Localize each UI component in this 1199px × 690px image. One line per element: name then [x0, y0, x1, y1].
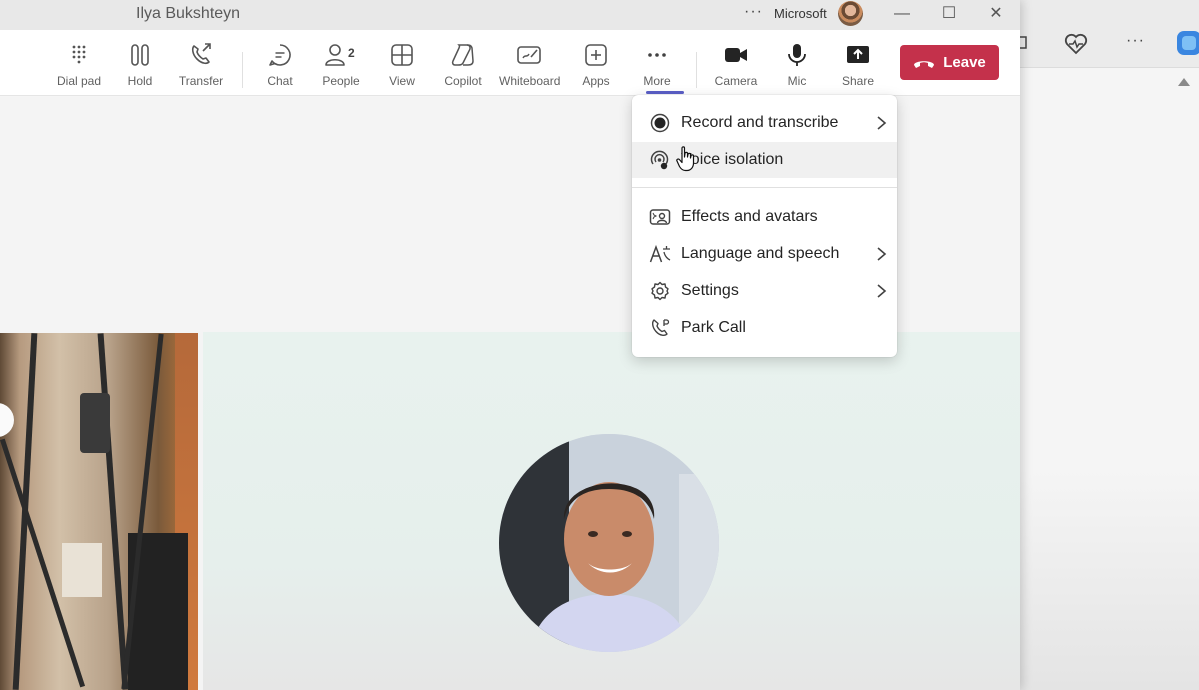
background-app-toolbar: ···: [1016, 0, 1199, 68]
apps-label: Apps: [582, 74, 610, 88]
screen: ··· Ilya Bukshteyn ··· Microsoft — ☐ ✕ D…: [0, 0, 1199, 690]
camera-button[interactable]: Camera: [706, 42, 766, 90]
voice-isolation-icon: [650, 150, 669, 170]
dial-pad-label: Dial pad: [56, 74, 102, 88]
people-label: People: [322, 74, 360, 88]
mic-icon: [788, 44, 806, 66]
menu-item-label: Language and speech: [681, 245, 840, 262]
park-call-icon: [651, 319, 670, 336]
chat-label: Chat: [267, 74, 293, 88]
video-stand-pole: [97, 333, 129, 690]
whiteboard-label: Whiteboard: [499, 74, 561, 88]
hold-label: Hold: [127, 74, 153, 88]
camera-label: Camera: [714, 74, 758, 88]
video-camera-object: [80, 393, 110, 453]
more-active-indicator: [646, 91, 684, 94]
more-icon: [648, 53, 666, 57]
menu-item-effects-and-avatars[interactable]: Effects and avatars: [632, 199, 897, 235]
account-avatar[interactable]: [838, 1, 863, 26]
transfer-icon: [191, 43, 211, 65]
share-label: Share: [841, 74, 875, 88]
ellipsis-icon[interactable]: ···: [1126, 32, 1145, 50]
menu-item-label: Park Call: [681, 319, 746, 336]
participant-photo: [499, 434, 719, 652]
chat-button[interactable]: Chat: [250, 42, 310, 90]
menu-item-park-call[interactable]: Park Call: [632, 310, 897, 346]
background-app-content: [1018, 470, 1199, 690]
copilot-app-icon[interactable]: [1174, 28, 1199, 58]
window-title: Ilya Bukshteyn: [136, 5, 241, 22]
copilot-icon: [451, 44, 474, 66]
minimize-button[interactable]: —: [887, 3, 917, 25]
menu-item-language-and-speech[interactable]: Language and speech: [632, 236, 897, 272]
chevron-right-icon: [877, 284, 887, 298]
hold-button[interactable]: Hold: [110, 42, 170, 90]
maximize-button[interactable]: ☐: [934, 3, 964, 25]
transfer-label: Transfer: [178, 74, 224, 88]
scroll-up-arrow-icon[interactable]: [1178, 78, 1190, 86]
share-button[interactable]: Share: [828, 42, 888, 90]
more-label: More: [643, 74, 671, 88]
camera-icon: [725, 48, 747, 62]
record-icon: [650, 113, 670, 133]
background-app-window: ···: [1016, 0, 1199, 690]
transfer-button[interactable]: Transfer: [171, 42, 231, 90]
video-paper-object: [62, 543, 102, 597]
health-icon[interactable]: [1064, 33, 1088, 55]
chevron-right-icon: [877, 116, 887, 130]
people-count-badge: 2: [348, 46, 355, 60]
dial-pad-button[interactable]: Dial pad: [49, 42, 109, 90]
chevron-right-icon: [877, 247, 887, 261]
view-label: View: [389, 74, 415, 88]
whiteboard-icon: [517, 46, 541, 64]
settings-icon: [651, 281, 669, 301]
effects-icon: [649, 209, 671, 225]
leave-button[interactable]: Leave: [900, 45, 999, 80]
dialpad-icon: [72, 45, 86, 64]
menu-item-label: Settings: [681, 282, 739, 299]
leave-label: Leave: [943, 54, 986, 71]
apps-icon: [585, 44, 607, 66]
chat-icon: [269, 44, 291, 66]
title-bar: Ilya Bukshteyn ··· Microsoft — ☐ ✕: [0, 0, 1020, 30]
people-icon: [325, 44, 345, 66]
hang-up-icon: [914, 60, 935, 68]
menu-item-label: Voice isolation: [681, 151, 784, 168]
menu-item-label: Effects and avatars: [681, 208, 818, 225]
more-options-menu: Record and transcribe Voice isolation Ef…: [632, 95, 897, 357]
video-light-object: [0, 403, 14, 437]
language-icon: [649, 244, 671, 263]
menu-item-record-and-transcribe[interactable]: Record and transcribe: [632, 105, 897, 141]
toolbar-divider: [242, 52, 243, 88]
view-icon: [391, 44, 413, 66]
close-button[interactable]: ✕: [981, 3, 1011, 25]
mic-label: Mic: [787, 74, 807, 88]
copilot-button[interactable]: Copilot: [433, 42, 493, 90]
mic-button[interactable]: Mic: [767, 42, 827, 90]
call-toolbar: Dial pad Hold Transfer Chat 2 People Vie…: [0, 30, 1020, 96]
copilot-label: Copilot: [444, 74, 482, 88]
whiteboard-button[interactable]: Whiteboard: [499, 42, 561, 90]
view-button[interactable]: View: [372, 42, 432, 90]
toolbar-divider: [696, 52, 697, 88]
hold-icon: [131, 44, 149, 66]
title-more-icon[interactable]: ···: [744, 3, 763, 21]
people-button[interactable]: 2 People: [311, 42, 371, 90]
teams-call-window: Ilya Bukshteyn ··· Microsoft — ☐ ✕ Dial …: [0, 0, 1020, 690]
apps-button[interactable]: Apps: [566, 42, 626, 90]
menu-item-label: Record and transcribe: [681, 114, 839, 131]
more-button[interactable]: More: [627, 42, 687, 90]
menu-item-voice-isolation[interactable]: Voice isolation: [632, 142, 897, 178]
share-icon: [847, 46, 869, 63]
menu-item-settings[interactable]: Settings: [632, 273, 897, 309]
self-video-feed: [0, 333, 198, 690]
menu-divider: [632, 187, 897, 188]
organization-name[interactable]: Microsoft: [774, 6, 827, 21]
participant-avatar: [499, 434, 719, 652]
